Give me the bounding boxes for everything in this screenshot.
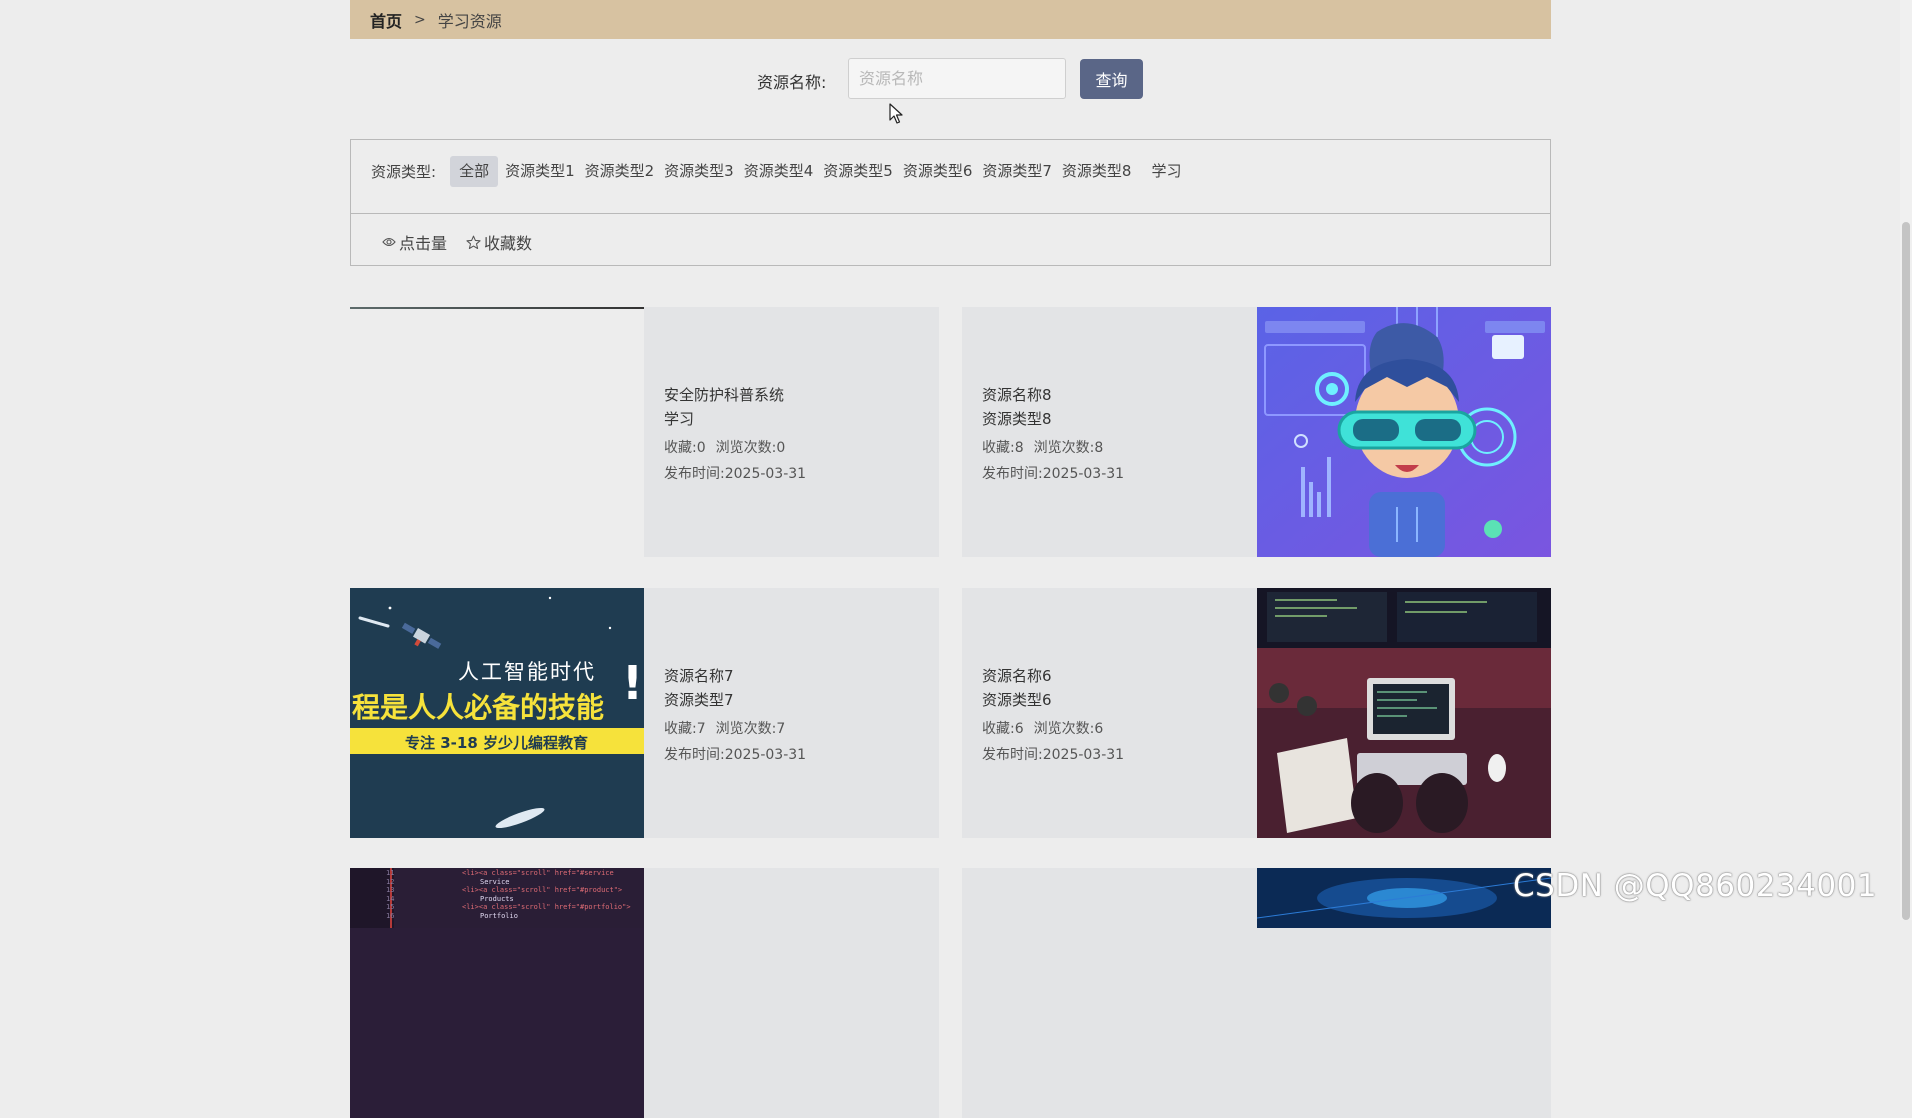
published-date: 2025-03-31 xyxy=(724,466,807,482)
resource-name: 资源名称7 xyxy=(664,667,734,685)
ai-programming-banner: 人工智能时代 程是人人必备的技能 ! 专注 3-18 岁少儿编程教育 xyxy=(350,588,644,838)
resource-card[interactable]: 资源名称6 资源类型6 收藏:6 浏览次数:6 发布时间:2025-03-31 xyxy=(962,588,1551,838)
resource-stats: 收藏:6 浏览次数:6 xyxy=(982,716,1257,742)
resource-stats: 收藏:8 浏览次数:8 xyxy=(982,435,1257,461)
views-label: 浏览次数: xyxy=(1033,721,1095,737)
type-filter-1[interactable]: 资源类型1 xyxy=(500,156,580,187)
sort-options: 点击量 收藏数 xyxy=(382,230,551,254)
fav-count: 0 xyxy=(696,440,706,456)
sort-by-favorites[interactable]: 收藏数 xyxy=(466,230,532,254)
resource-info: 安全防护科普系统 学习 收藏:0 浏览次数:0 发布时间:2025-03-31 xyxy=(644,307,939,557)
fav-label: 收藏: xyxy=(982,721,1015,737)
filter-divider xyxy=(351,213,1550,214)
views-label: 浏览次数: xyxy=(715,440,777,456)
resource-name: 资源名称8 xyxy=(982,386,1052,404)
resource-date: 发布时间:2025-03-31 xyxy=(982,742,1257,768)
resource-name: 资源名称6 xyxy=(982,667,1052,685)
resource-type: 学习 xyxy=(664,410,695,428)
published-label: 发布时间: xyxy=(982,466,1043,482)
views-count: 8 xyxy=(1094,440,1104,456)
resource-name: 安全防护科普系统 xyxy=(664,386,785,404)
fav-label: 收藏: xyxy=(664,440,697,456)
type-filter-2[interactable]: 资源类型2 xyxy=(580,156,660,187)
type-filter-6[interactable]: 资源类型6 xyxy=(898,156,978,187)
type-filter-7[interactable]: 资源类型7 xyxy=(977,156,1057,187)
resource-type: 资源类型6 xyxy=(982,691,1052,709)
banner-line2: 程是人人必备的技能 xyxy=(352,691,605,724)
resource-card[interactable] xyxy=(962,868,1551,1118)
published-label: 发布时间: xyxy=(982,747,1043,763)
type-filter-8[interactable]: 资源类型8 xyxy=(1057,156,1137,187)
filter-panel: 资源类型: 全部 资源类型1 资源类型2 资源类型3 资源类型4 资源类型5 资… xyxy=(350,139,1551,266)
scrollbar-thumb[interactable] xyxy=(1902,222,1910,920)
resource-type-label: 资源类型: xyxy=(371,163,437,181)
views-count: 7 xyxy=(776,721,786,737)
breadcrumb-current: 学习资源 xyxy=(437,11,502,31)
banner-line1: 人工智能时代 xyxy=(458,660,596,684)
resource-info: 资源名称8 资源类型8 收藏:8 浏览次数:8 发布时间:2025-03-31 xyxy=(962,307,1257,557)
fav-count: 6 xyxy=(1014,721,1024,737)
resource-card[interactable]: 11 12 13 14 15 16 <li><a class="scroll" … xyxy=(350,868,939,1118)
resource-type: 资源类型8 xyxy=(982,410,1052,428)
resource-name-search-input[interactable] xyxy=(848,58,1066,99)
resource-type-filter: 资源类型: 全部 资源类型1 资源类型2 资源类型3 资源类型4 资源类型5 资… xyxy=(371,156,1186,187)
sort-by-clicks[interactable]: 点击量 xyxy=(382,230,447,254)
published-date: 2025-03-31 xyxy=(1042,466,1125,482)
resource-info: 资源名称7 资源类型7 收藏:7 浏览次数:7 发布时间:2025-03-31 xyxy=(644,588,939,838)
fav-count: 8 xyxy=(1014,440,1024,456)
resource-card[interactable]: 安全防护科普系统 学习 收藏:0 浏览次数:0 发布时间:2025-03-31 xyxy=(350,307,939,557)
resource-card[interactable]: 资源名称8 资源类型8 收藏:8 浏览次数:8 发布时间:2025-03-31 xyxy=(962,307,1551,557)
banner-line3: 专注 3-18 岁少儿编程教育 xyxy=(405,734,588,752)
published-date: 2025-03-31 xyxy=(1042,747,1125,763)
views-count: 6 xyxy=(1094,721,1104,737)
code-lines: <li><a class="scroll" href="#service Ser… xyxy=(462,869,631,920)
published-date: 2025-03-31 xyxy=(724,747,807,763)
fav-label: 收藏: xyxy=(664,721,697,737)
type-filter-all[interactable]: 全部 xyxy=(450,156,499,187)
breadcrumb-home-link[interactable]: 首页 xyxy=(370,8,402,32)
csdn-watermark: CSDN @QQ860234001 xyxy=(1513,868,1878,904)
breadcrumb-separator: > xyxy=(414,11,426,28)
views-count: 0 xyxy=(776,440,786,456)
sort-by-favorites-label: 收藏数 xyxy=(484,234,533,253)
resource-date: 发布时间:2025-03-31 xyxy=(664,461,939,487)
page-scrollbar[interactable] xyxy=(1900,0,1912,920)
code-line-numbers: 11 12 13 14 15 16 xyxy=(386,869,395,920)
type-filter-3[interactable]: 资源类型3 xyxy=(659,156,739,187)
breadcrumb: 首页 > 学习资源 xyxy=(350,0,1551,39)
coding-desk-photo xyxy=(1257,588,1551,838)
resource-date: 发布时间:2025-03-31 xyxy=(664,742,939,768)
type-filter-study[interactable]: 学习 xyxy=(1146,156,1186,187)
resource-date: 发布时间:2025-03-31 xyxy=(982,461,1257,487)
views-label: 浏览次数: xyxy=(1033,440,1095,456)
resource-thumbnail xyxy=(350,307,644,557)
vr-kid-illustration xyxy=(1257,307,1551,557)
resource-type: 资源类型7 xyxy=(664,691,734,709)
star-icon xyxy=(466,235,481,249)
search-button[interactable]: 查询 xyxy=(1080,59,1143,99)
fav-count: 7 xyxy=(696,721,706,737)
sort-by-clicks-label: 点击量 xyxy=(399,234,448,253)
type-filter-4[interactable]: 资源类型4 xyxy=(739,156,819,187)
type-filter-5[interactable]: 资源类型5 xyxy=(818,156,898,187)
published-label: 发布时间: xyxy=(664,747,725,763)
resource-stats: 收藏:7 浏览次数:7 xyxy=(664,716,939,742)
resource-stats: 收藏:0 浏览次数:0 xyxy=(664,435,939,461)
eye-icon xyxy=(382,237,396,247)
tech-blue-banner xyxy=(1257,868,1551,1118)
fav-label: 收藏: xyxy=(982,440,1015,456)
resource-info: 资源名称6 资源类型6 收藏:6 浏览次数:6 发布时间:2025-03-31 xyxy=(962,588,1257,838)
published-label: 发布时间: xyxy=(664,466,725,482)
search-label: 资源名称: xyxy=(757,73,827,92)
code-editor-screenshot: 11 12 13 14 15 16 <li><a class="scroll" … xyxy=(350,868,644,1118)
banner-exclaim: ! xyxy=(622,656,643,710)
views-label: 浏览次数: xyxy=(715,721,777,737)
mouse-cursor-icon xyxy=(889,103,903,124)
resource-card[interactable]: 人工智能时代 程是人人必备的技能 ! 专注 3-18 岁少儿编程教育 资源名称7… xyxy=(350,588,939,838)
